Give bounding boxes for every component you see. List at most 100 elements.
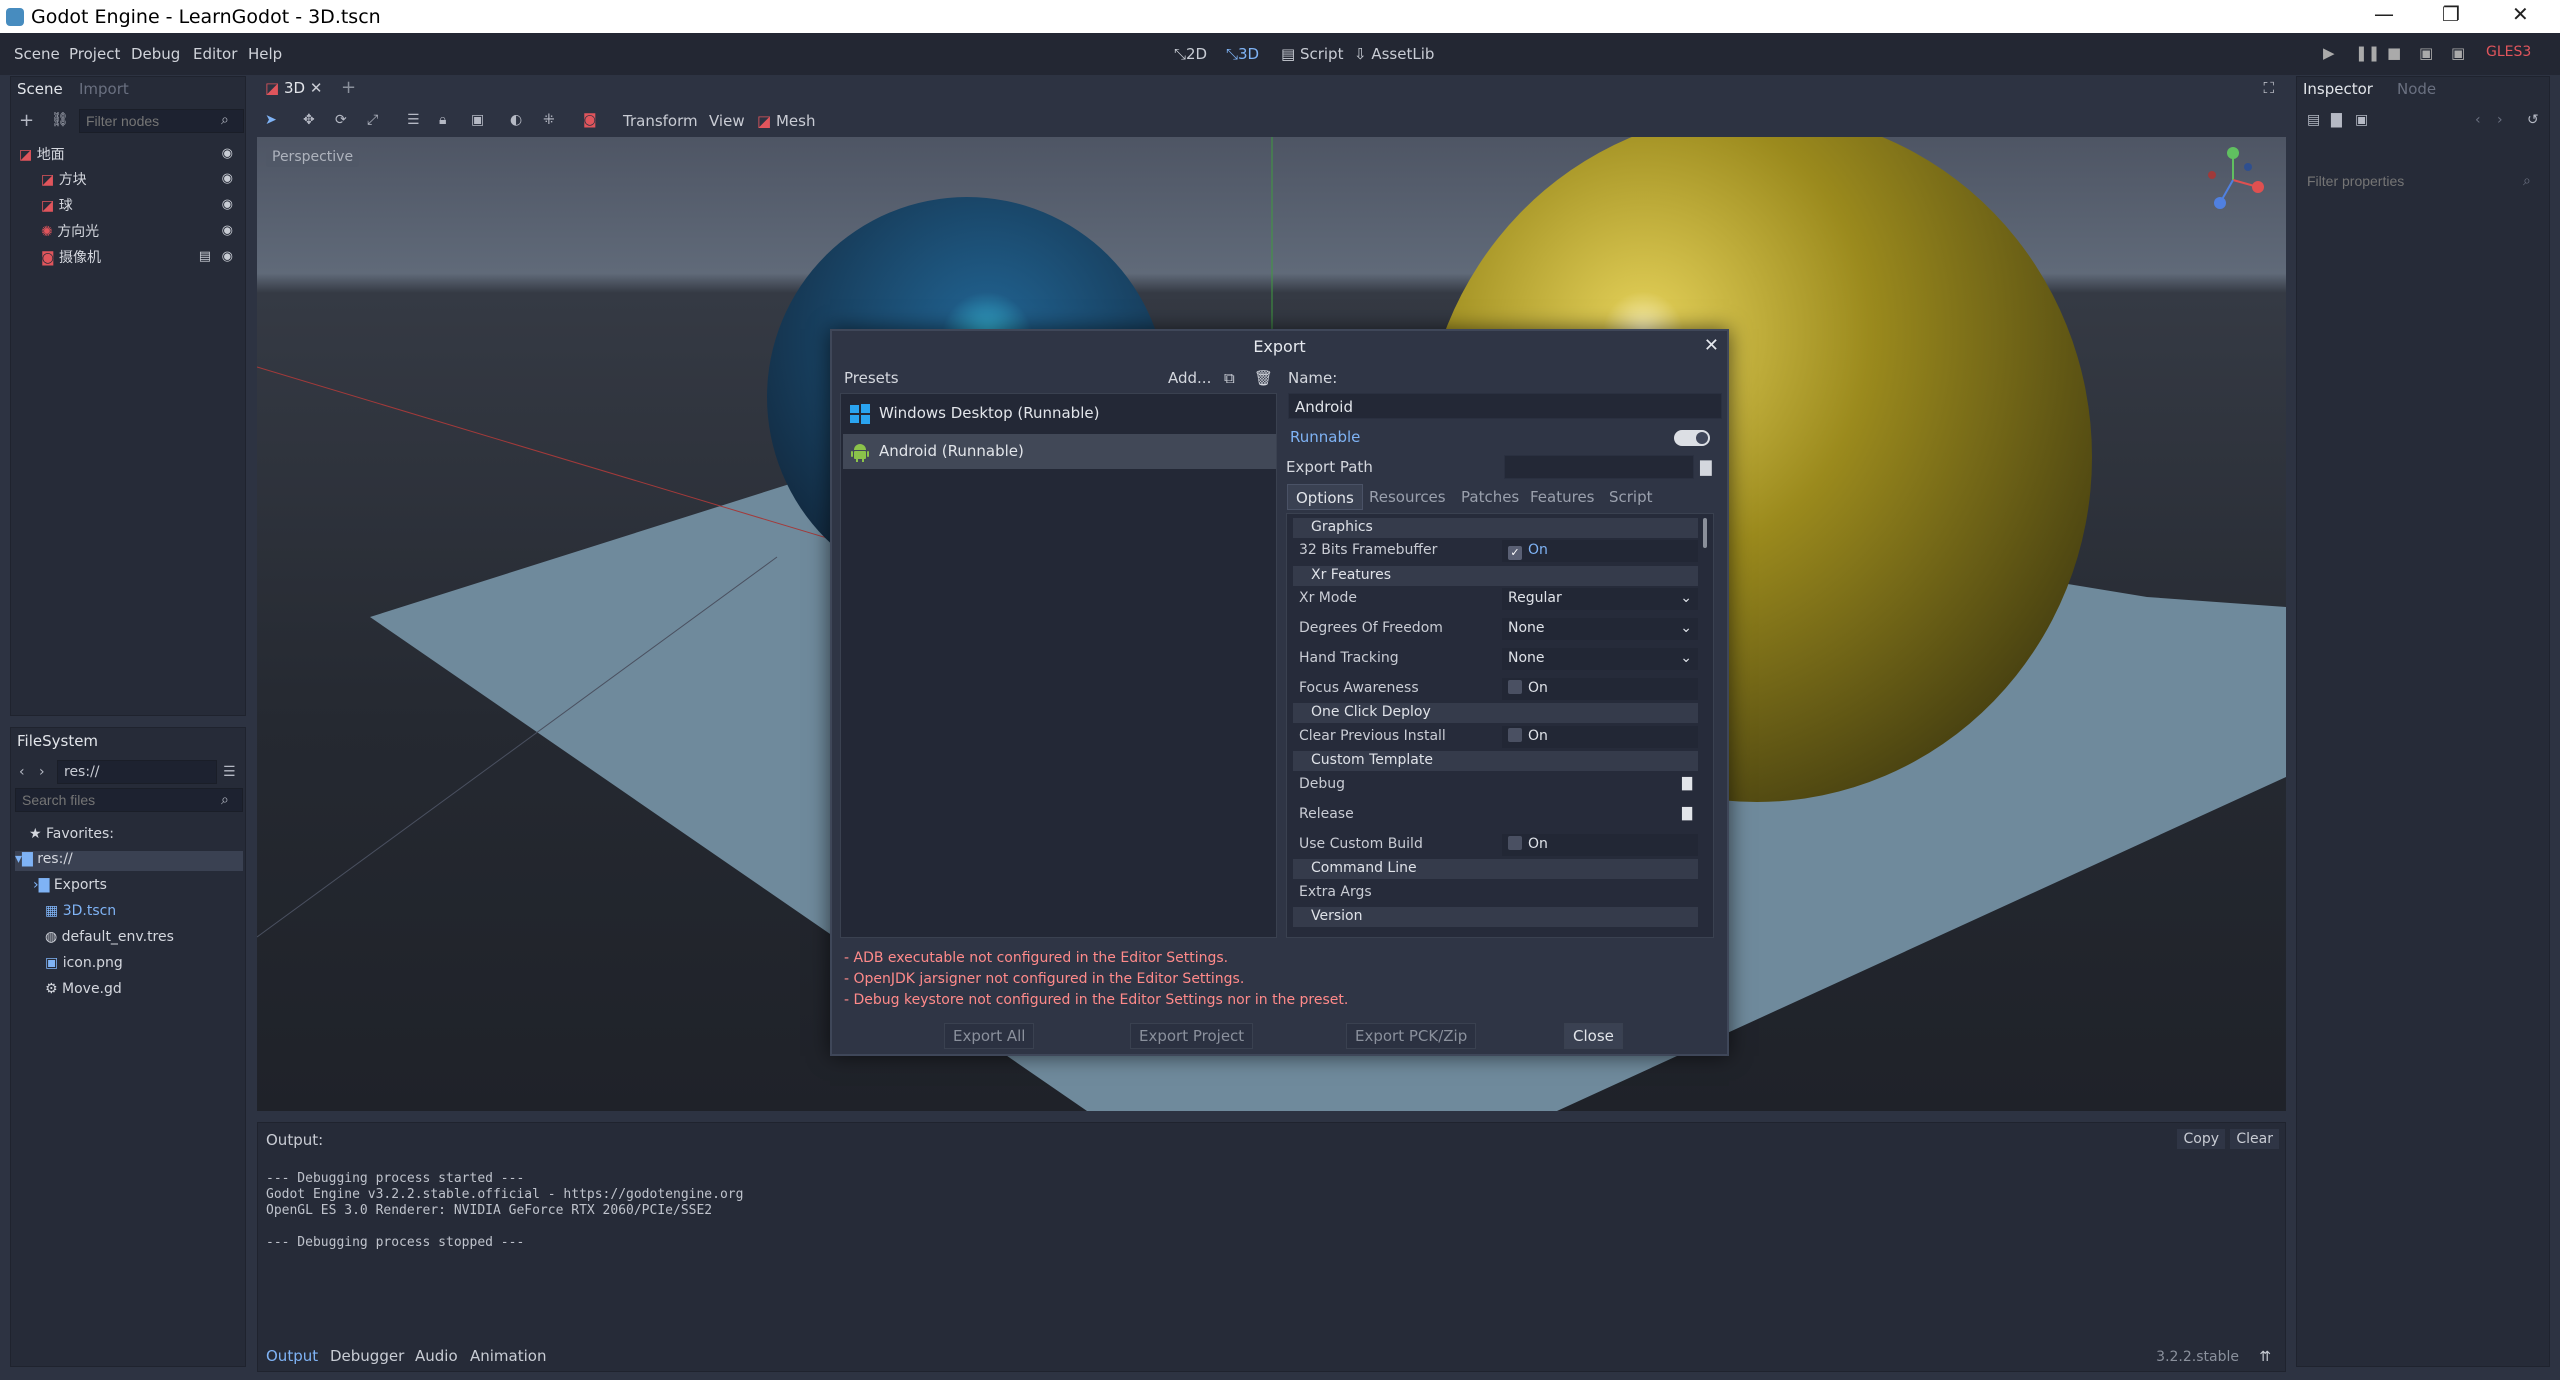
section-xr-features[interactable]: Xr Features: [1293, 566, 1698, 586]
filter-properties-input[interactable]: [2301, 169, 2545, 193]
section-graphics[interactable]: Graphics: [1293, 518, 1698, 538]
options-scrollbar[interactable]: [1703, 518, 1707, 548]
menu-project[interactable]: Project: [69, 45, 120, 63]
file-move-gd[interactable]: ⚙ Move.gd: [45, 981, 122, 1001]
menu-editor[interactable]: Editor: [193, 45, 237, 63]
close-button[interactable]: Close: [1564, 1023, 1623, 1049]
camera-preview-icon[interactable]: ◙: [583, 112, 597, 128]
link-icon[interactable]: ⛓: [51, 112, 69, 128]
tree-node-sphere[interactable]: ◪ 球: [41, 195, 73, 215]
history-forward-icon[interactable]: ›: [2497, 112, 2503, 128]
menu-scene[interactable]: Scene: [14, 45, 60, 63]
view-menu[interactable]: View: [709, 112, 745, 130]
extra-args-field[interactable]: [1502, 882, 1698, 904]
minimize-button[interactable]: —: [2374, 2, 2394, 26]
section-command-line[interactable]: Command Line: [1293, 859, 1698, 879]
stop-icon[interactable]: ■: [2387, 44, 2401, 62]
add-preset-button[interactable]: Add...: [1168, 369, 1211, 387]
maximize-button[interactable]: ❐: [2442, 2, 2460, 26]
tab-patches[interactable]: Patches: [1453, 484, 1527, 510]
scene-tab-3d[interactable]: ◪ 3D ✕: [265, 79, 322, 97]
file-icon-png[interactable]: ▣ icon.png: [45, 955, 123, 975]
visibility-eye-icon[interactable]: ◉: [222, 171, 233, 186]
workspace-3d-button[interactable]: ⤡3D: [1226, 45, 1259, 63]
move-tool-icon[interactable]: ✥: [303, 112, 315, 128]
history-icon[interactable]: ↺: [2527, 112, 2539, 128]
visibility-eye-icon[interactable]: ◉: [222, 249, 233, 264]
tab-node[interactable]: Node: [2397, 80, 2436, 98]
new-scene-tab-button[interactable]: +: [341, 77, 356, 98]
folder-exports[interactable]: ›▇ Exports: [33, 877, 107, 897]
tab-animation[interactable]: Animation: [470, 1347, 546, 1365]
dof-select[interactable]: None ⌄: [1502, 618, 1698, 640]
play-scene-icon[interactable]: ▣: [2419, 44, 2433, 62]
add-node-icon[interactable]: +: [19, 110, 34, 131]
open-resource-icon[interactable]: ▇: [2331, 112, 2342, 128]
orientation-gizmo[interactable]: [2198, 145, 2268, 215]
menu-help[interactable]: Help: [248, 45, 282, 63]
snap-icon[interactable]: ⁜: [543, 112, 555, 128]
tab-audio[interactable]: Audio: [415, 1347, 458, 1365]
list-select-icon[interactable]: ☰: [407, 112, 420, 128]
duplicate-preset-icon[interactable]: ⧉: [1224, 369, 1235, 387]
menu-debug[interactable]: Debug: [131, 45, 180, 63]
back-icon[interactable]: ‹: [19, 764, 25, 780]
play-icon[interactable]: ▶: [2323, 44, 2335, 62]
visibility-eye-icon[interactable]: ◉: [222, 146, 233, 161]
path-field[interactable]: res://: [57, 760, 217, 784]
favorites-item[interactable]: ★ Favorites:: [29, 826, 114, 846]
new-resource-icon[interactable]: ▤: [2307, 112, 2320, 128]
select-tool-icon[interactable]: ➤: [265, 112, 277, 128]
fb32-checkbox[interactable]: ✓ On: [1502, 540, 1698, 562]
file-default-env[interactable]: ◍ default_env.tres: [45, 929, 174, 949]
name-field[interactable]: Android: [1288, 393, 1722, 419]
tab-features[interactable]: Features: [1522, 484, 1603, 510]
lock-icon[interactable]: 🔒︎: [439, 112, 446, 128]
use-custom-build-checkbox[interactable]: On: [1502, 834, 1698, 856]
split-view-icon[interactable]: ☰: [223, 764, 236, 780]
tab-scene[interactable]: Scene: [17, 80, 63, 98]
export-all-button[interactable]: Export All: [944, 1023, 1035, 1049]
copy-button[interactable]: Copy: [2177, 1129, 2225, 1149]
section-version[interactable]: Version: [1293, 907, 1698, 927]
preset-android[interactable]: Android (Runnable): [843, 434, 1276, 469]
pause-icon[interactable]: ❚❚: [2355, 44, 2380, 62]
tree-node-light[interactable]: ✺ 方向光: [41, 221, 99, 241]
forward-icon[interactable]: ›: [39, 764, 45, 780]
clear-button[interactable]: Clear: [2230, 1129, 2279, 1149]
workspace-assetlib-button[interactable]: ⇩ AssetLib: [1354, 45, 1434, 63]
workspace-script-button[interactable]: ▤ Script: [1281, 45, 1343, 63]
export-path-field[interactable]: [1504, 455, 1694, 479]
group-icon[interactable]: ▣: [471, 112, 484, 128]
tab-inspector[interactable]: Inspector: [2303, 80, 2373, 98]
rotate-tool-icon[interactable]: ⟳: [335, 112, 347, 128]
expand-panel-icon[interactable]: ⇈: [2259, 1349, 2271, 1365]
filter-nodes-input[interactable]: [79, 109, 244, 133]
workspace-2d-button[interactable]: ⤡2D: [1174, 45, 1207, 63]
clear-previous-install-checkbox[interactable]: On: [1502, 726, 1698, 748]
runnable-toggle[interactable]: [1674, 430, 1710, 446]
close-window-button[interactable]: ✕: [2512, 2, 2529, 26]
fullscreen-icon[interactable]: ⛶: [2263, 79, 2274, 97]
mesh-menu[interactable]: ◪ Mesh: [757, 112, 815, 130]
section-one-click-deploy[interactable]: One Click Deploy: [1293, 703, 1698, 723]
local-space-icon[interactable]: ◐: [510, 112, 522, 128]
export-project-button[interactable]: Export Project: [1130, 1023, 1254, 1049]
search-files-input[interactable]: [15, 788, 243, 812]
perspective-menu[interactable]: Perspective: [266, 147, 360, 167]
file-3d-tscn[interactable]: ▦ 3D.tscn: [45, 903, 116, 923]
transform-menu[interactable]: Transform: [623, 112, 698, 130]
tree-node-cube[interactable]: ◪ 方块: [41, 169, 87, 189]
tree-node-camera[interactable]: ◙ 摄像机: [41, 247, 101, 267]
scale-tool-icon[interactable]: ⤢: [367, 112, 378, 128]
browse-folder-icon[interactable]: ▇: [1700, 458, 1712, 476]
debug-template-field[interactable]: ▇: [1502, 774, 1698, 796]
renderer-label[interactable]: GLES3: [2486, 44, 2531, 60]
play-custom-icon[interactable]: ▣: [2451, 44, 2465, 62]
tab-debugger[interactable]: Debugger: [330, 1347, 404, 1365]
tab-import[interactable]: Import: [79, 80, 129, 98]
dialog-close-icon[interactable]: ✕: [1704, 335, 1719, 356]
preset-windows[interactable]: Windows Desktop (Runnable): [843, 396, 1276, 431]
history-back-icon[interactable]: ‹: [2475, 112, 2481, 128]
folder-res[interactable]: ▾▇ res://: [15, 851, 243, 871]
